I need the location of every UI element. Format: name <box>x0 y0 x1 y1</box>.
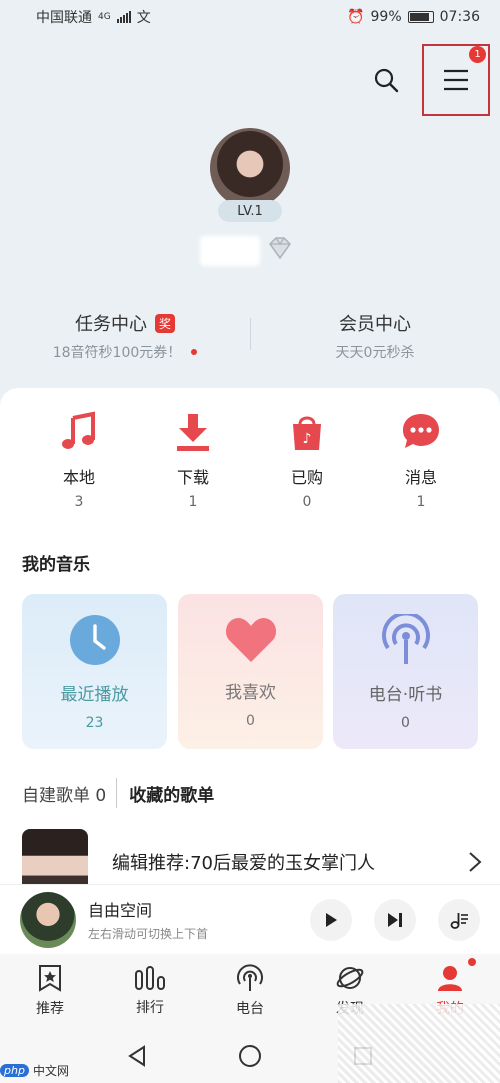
reward-badge: 奖 <box>154 313 175 333</box>
playlist-tabs: 自建歌单 0 收藏的歌单 <box>22 778 214 808</box>
tab-created-playlists[interactable]: 自建歌单 0 <box>22 781 106 806</box>
avatar[interactable] <box>210 128 290 208</box>
svg-text:♪: ♪ <box>303 431 312 447</box>
status-right: ⏰ 99% 07:36 <box>347 9 480 25</box>
nav-recommend[interactable]: 推荐 <box>10 964 90 1018</box>
quick-entry-local[interactable]: 本地 3 <box>19 410 139 510</box>
player-info: 自由空间 左右滑动可切换上下首 <box>88 897 288 942</box>
level-badge: LV.1 <box>218 200 282 222</box>
back-icon[interactable] <box>126 1044 148 1067</box>
menu-button[interactable]: 1 <box>422 44 490 116</box>
nav-label: 排行 <box>136 1000 164 1016</box>
quick-entry-purchased[interactable]: ♪ 已购 0 <box>247 410 367 510</box>
tile-label: 我喜欢 <box>225 683 276 703</box>
quick-entry-label: 本地 <box>62 468 95 487</box>
vip-center[interactable]: 会员中心 天天0元秒杀 <box>250 310 500 362</box>
vip-center-subtitle: 天天0元秒杀 <box>335 345 415 361</box>
tile-recent[interactable]: 最近播放 23 <box>22 594 167 749</box>
status-left: 中国联通 4G 文 <box>36 7 151 27</box>
image-artifact <box>338 1004 500 1083</box>
download-icon <box>177 414 209 451</box>
watermark-text: 中文网 <box>32 1064 69 1078</box>
quick-entry-download[interactable]: 下载 1 <box>133 410 253 510</box>
search-button[interactable] <box>368 52 404 108</box>
tile-count: 0 <box>401 715 410 731</box>
queue-music-icon <box>450 912 468 929</box>
planet-icon <box>336 967 364 989</box>
nav-label: 电台 <box>236 1001 264 1017</box>
task-center-subtitle: 18音符秒100元券！ <box>52 345 182 361</box>
chevron-right-icon <box>469 852 482 872</box>
status-extra: 文 <box>136 10 151 26</box>
radio-icon <box>381 614 430 664</box>
quick-entry-label: 已购 <box>290 468 323 487</box>
play-button[interactable] <box>310 898 352 941</box>
carrier-label: 中国联通 <box>36 10 92 26</box>
task-center[interactable]: 任务中心 奖 18音符秒100元券！ <box>0 310 250 362</box>
watermark: php 中文网 <box>0 1062 69 1079</box>
menu-badge: 1 <box>469 46 486 63</box>
vip-center-title: 会员中心 <box>339 314 411 335</box>
signal-icon <box>116 11 131 23</box>
quick-entry-label: 消息 <box>404 468 437 487</box>
user-icon <box>438 966 462 991</box>
tile-favorites[interactable]: 我喜欢 0 <box>178 594 323 749</box>
tile-count: 0 <box>246 713 255 729</box>
quick-entry-label: 下载 <box>176 468 209 487</box>
bar-chart-icon <box>135 966 165 990</box>
task-center-title-row: 任务中心 奖 <box>75 310 175 336</box>
search-icon <box>374 68 399 93</box>
home-icon[interactable] <box>238 1044 262 1068</box>
section-title: 我的音乐 <box>22 555 90 575</box>
skip-next-icon <box>388 912 402 927</box>
tab-separator <box>116 778 118 808</box>
status-bar: 中国联通 4G 文 ⏰ 99% 07:36 <box>0 0 500 34</box>
network-label: 4G <box>98 12 111 22</box>
player-cover <box>20 891 76 948</box>
nav-ranking[interactable]: 排行 <box>110 965 190 1017</box>
watermark-logo: php <box>0 1064 29 1077</box>
hamburger-icon <box>444 69 468 91</box>
tab-collected-playlists[interactable]: 收藏的歌单 <box>129 781 214 806</box>
username-redacted <box>200 236 260 266</box>
nav-notification-dot <box>468 958 476 966</box>
tile-label: 电台·听书 <box>368 685 443 705</box>
tile-radio[interactable]: 电台·听书 0 <box>333 594 478 749</box>
quick-entry-count: 1 <box>416 494 426 510</box>
player-subtitle: 左右滑动可切换上下首 <box>88 927 209 941</box>
battery-icon <box>407 11 434 23</box>
shopping-bag-icon: ♪ <box>293 416 321 450</box>
playlist-title: 编辑推荐:70后最爱的玉女掌门人 <box>112 853 375 874</box>
quick-entry-count: 1 <box>188 494 198 510</box>
heart-icon <box>225 618 276 662</box>
top-actions: 1 <box>368 44 490 116</box>
bookmark-star-icon <box>39 965 61 992</box>
task-center-sub-row: 18音符秒100元券！ <box>53 342 198 362</box>
music-note-icon <box>62 411 95 449</box>
clock: 07:36 <box>439 9 480 25</box>
tile-count: 23 <box>85 715 104 731</box>
tile-label: 最近播放 <box>60 685 129 705</box>
play-icon <box>326 912 337 927</box>
message-icon <box>403 414 439 448</box>
quick-entry-messages[interactable]: 消息 1 <box>361 410 481 510</box>
radio-tower-icon <box>237 964 263 991</box>
quick-entry-count: 0 <box>302 494 312 510</box>
nav-radio[interactable]: 电台 <box>210 964 290 1018</box>
nav-label: 推荐 <box>36 1001 64 1017</box>
clock-icon <box>69 615 120 665</box>
playlist-item[interactable]: 编辑推荐:70后最爱的玉女掌门人 <box>22 829 482 895</box>
diamond-icon[interactable] <box>266 236 294 262</box>
battery-percent: 99% <box>370 9 402 25</box>
mini-player[interactable]: 自由空间 左右滑动可切换上下首 <box>0 884 500 954</box>
next-button[interactable] <box>374 898 416 941</box>
playlist-queue-button[interactable] <box>438 898 480 941</box>
task-center-title: 任务中心 <box>74 314 147 335</box>
player-title: 自由空间 <box>88 901 153 920</box>
alarm-icon: ⏰ <box>347 9 365 25</box>
quick-entry-count: 3 <box>74 494 84 510</box>
notification-dot <box>191 349 198 355</box>
